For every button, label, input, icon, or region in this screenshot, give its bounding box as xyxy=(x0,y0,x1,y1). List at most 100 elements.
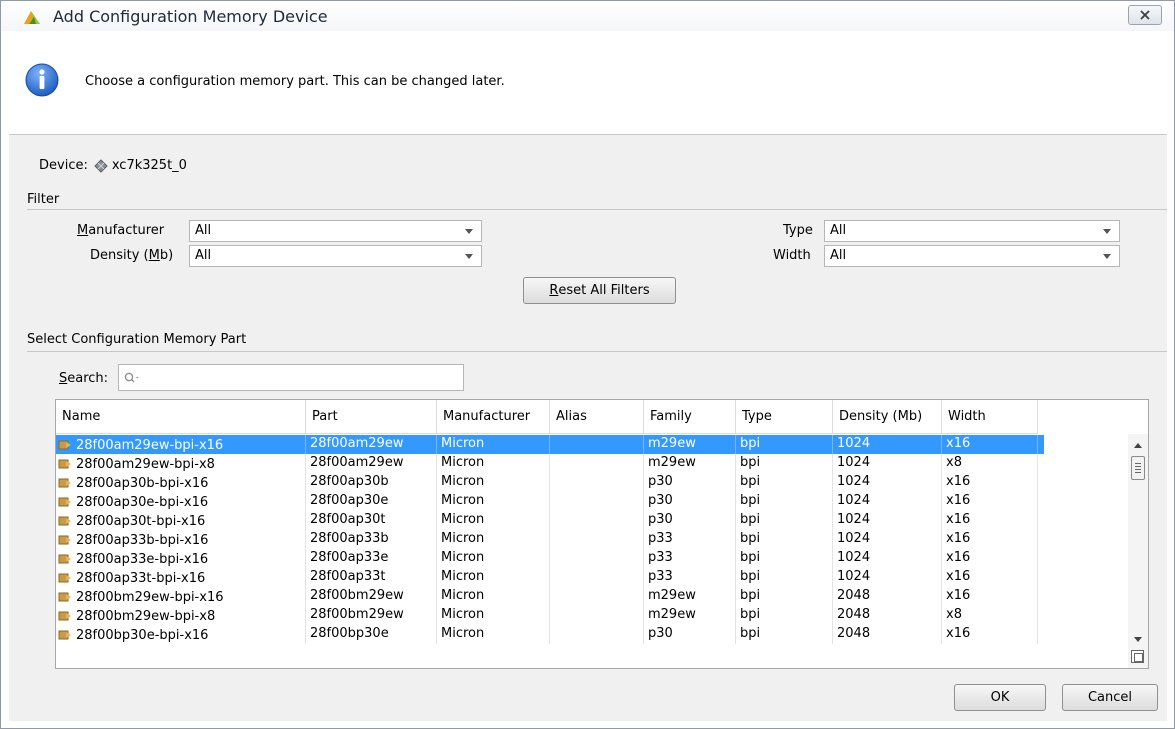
table-cell: p30 xyxy=(644,511,736,530)
table-cell: x8 xyxy=(942,606,1038,625)
chevron-down-icon xyxy=(465,229,473,234)
table-cell: 28f00am29ew-bpi-x8 xyxy=(56,454,306,473)
column-header[interactable]: Type xyxy=(736,400,833,434)
close-button[interactable] xyxy=(1128,5,1162,25)
table-cell: bpi xyxy=(736,606,833,625)
table-cell: x8 xyxy=(942,454,1038,473)
vivado-logo-icon xyxy=(24,11,40,24)
filter-section-label: Filter xyxy=(27,192,60,207)
table-cell: x16 xyxy=(942,568,1038,587)
table-cell: Micron xyxy=(437,625,550,644)
table-corner-icon[interactable] xyxy=(1131,650,1144,663)
cancel-button[interactable]: Cancel xyxy=(1062,684,1158,711)
table-row[interactable]: 28f00ap30t-bpi-x16 28f00ap30t Micron p30 bpi… xyxy=(56,511,1044,530)
scroll-thumb[interactable] xyxy=(1131,456,1145,480)
width-select[interactable]: All xyxy=(824,245,1120,267)
table-cell: 2048 xyxy=(833,625,942,644)
table-cell xyxy=(550,606,644,625)
table-cell: bpi xyxy=(736,511,833,530)
column-header[interactable]: Family xyxy=(644,400,736,434)
part-name: 28f00ap33e-bpi-x16 xyxy=(76,551,209,567)
table-row[interactable]: 28f00ap33e-bpi-x16 28f00ap33e Micron p33 bpi… xyxy=(56,549,1044,568)
table-cell: p33 xyxy=(644,549,736,568)
table-cell: 28f00ap30e xyxy=(306,492,437,511)
table-cell: x16 xyxy=(942,511,1038,530)
table-cell: 28f00ap30t-bpi-x16 xyxy=(56,511,306,530)
ok-button[interactable]: OK xyxy=(954,684,1046,711)
table-cell: 28f00bm29ew-bpi-x8 xyxy=(56,606,306,625)
search-input[interactable] xyxy=(118,364,464,391)
table-cell: 28f00bm29ew xyxy=(306,587,437,606)
table-cell: 1024 xyxy=(833,454,942,473)
vertical-scrollbar[interactable] xyxy=(1128,434,1148,668)
table-cell: 1024 xyxy=(833,473,942,492)
column-header[interactable]: Part xyxy=(306,400,437,434)
table-cell: p30 xyxy=(644,625,736,644)
table-row[interactable]: 28f00ap30b-bpi-x16 28f00ap30b Micron p30 bpi… xyxy=(56,473,1044,492)
table-cell: Micron xyxy=(437,435,550,454)
window-title: Add Configuration Memory Device xyxy=(53,7,328,26)
table-cell: p33 xyxy=(644,530,736,549)
table-cell: x16 xyxy=(942,435,1038,454)
table-cell xyxy=(550,492,644,511)
close-icon xyxy=(1140,10,1150,20)
table-cell: bpi xyxy=(736,530,833,549)
table-cell: bpi xyxy=(736,473,833,492)
dialog-body: Device: xc7k325t_0 Filter Manufacturer A… xyxy=(9,135,1167,721)
scroll-up-icon[interactable] xyxy=(1134,443,1142,448)
table-row[interactable]: 28f00bm29ew-bpi-x8 28f00bm29ew Micron m29ew… xyxy=(56,606,1044,625)
memory-part-icon xyxy=(58,554,71,564)
table-cell: x16 xyxy=(942,473,1038,492)
table-cell: m29ew xyxy=(644,435,736,454)
filter-separator xyxy=(27,209,1167,210)
part-name: 28f00bm29ew-bpi-x16 xyxy=(76,589,224,605)
table-cell: 28f00ap30t xyxy=(306,511,437,530)
memory-part-icon xyxy=(58,592,71,602)
table-cell: 28f00bp30e xyxy=(306,625,437,644)
table-row[interactable]: 28f00am29ew-bpi-x16 28f00am29ew Micron m29e… xyxy=(56,435,1044,454)
table-row[interactable]: 28f00ap33t-bpi-x16 28f00ap33t Micron p33 bpi… xyxy=(56,568,1044,587)
table-cell: 28f00am29ew-bpi-x16 xyxy=(56,435,306,454)
table-cell: p30 xyxy=(644,473,736,492)
table-row[interactable]: 28f00ap30e-bpi-x16 28f00ap30e Micron p30 bpi… xyxy=(56,492,1044,511)
table-cell: Micron xyxy=(437,568,550,587)
table-cell: 28f00bp30e-bpi-x16 xyxy=(56,625,306,644)
table-row[interactable]: 28f00bm29ew-bpi-x16 28f00bm29ew Micron m29e… xyxy=(56,587,1044,606)
reset-all-filters-button[interactable]: Reset All Filters xyxy=(523,277,676,304)
table-row[interactable]: 28f00ap33b-bpi-x16 28f00ap33b Micron p33 bpi… xyxy=(56,530,1044,549)
memory-part-icon xyxy=(58,630,71,640)
column-header[interactable]: Width xyxy=(942,400,1038,434)
table-row[interactable]: 28f00am29ew-bpi-x8 28f00am29ew Micron m29ew… xyxy=(56,454,1044,473)
table-cell: 28f00ap30b-bpi-x16 xyxy=(56,473,306,492)
table-cell: 28f00ap33t-bpi-x16 xyxy=(56,568,306,587)
table-cell: Micron xyxy=(437,549,550,568)
table-cell: bpi xyxy=(736,587,833,606)
chevron-down-icon xyxy=(465,254,473,259)
column-header[interactable]: Density (Mb) xyxy=(833,400,942,434)
table-cell: p30 xyxy=(644,492,736,511)
type-select-value: All xyxy=(830,223,847,238)
table-row[interactable]: 28f00bp30e-bpi-x16 28f00bp30e Micron p30 bpi… xyxy=(56,625,1044,644)
column-header[interactable]: Name xyxy=(56,400,306,434)
type-select[interactable]: All xyxy=(824,220,1120,242)
column-header[interactable]: Manufacturer xyxy=(437,400,550,434)
table-cell: Micron xyxy=(437,454,550,473)
table-cell: Micron xyxy=(437,473,550,492)
column-header[interactable]: Alias xyxy=(550,400,644,434)
info-banner: Choose a configuration memory part. This… xyxy=(9,31,1167,135)
table-cell: 28f00ap33b xyxy=(306,530,437,549)
table-cell: 1024 xyxy=(833,549,942,568)
table-cell xyxy=(550,511,644,530)
scroll-down-icon[interactable] xyxy=(1134,637,1142,642)
manufacturer-select[interactable]: All xyxy=(189,220,482,242)
table-cell: m29ew xyxy=(644,606,736,625)
table-header: Name Part Manufacturer Alias Family Type Densi… xyxy=(56,400,1044,434)
table-cell: 1024 xyxy=(833,568,942,587)
table-cell: 28f00ap30e-bpi-x16 xyxy=(56,492,306,511)
device-value: xc7k325t_0 xyxy=(111,158,187,173)
table-cell: 28f00bm29ew-bpi-x16 xyxy=(56,587,306,606)
table-cell: x16 xyxy=(942,587,1038,606)
density-select[interactable]: All xyxy=(189,245,482,267)
table-cell: m29ew xyxy=(644,454,736,473)
table-cell: 1024 xyxy=(833,435,942,454)
